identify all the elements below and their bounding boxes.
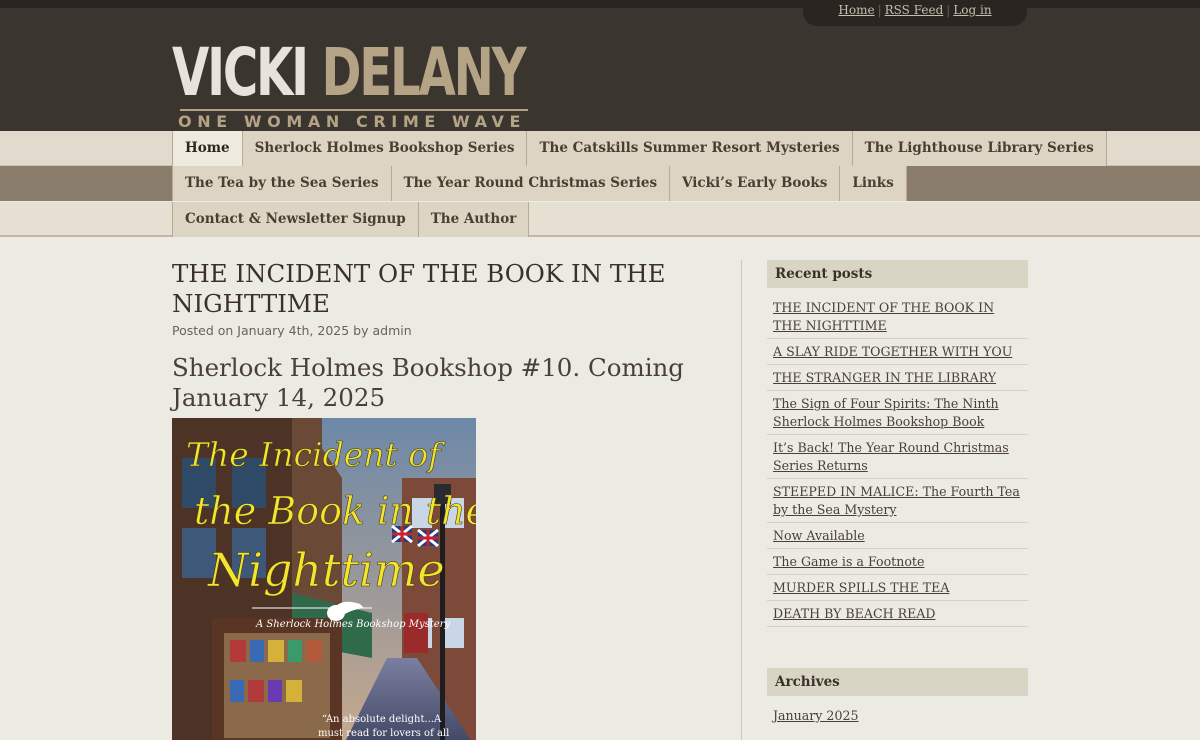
archives-heading: Archives [767, 668, 1028, 696]
nav-item-the-author[interactable]: The Author [418, 202, 530, 237]
separator: | [946, 3, 951, 17]
list-item: STEEPED IN MALICE: The Fourth Tea by the… [767, 479, 1028, 523]
top-link-rss-feed[interactable]: RSS Feed [885, 3, 944, 17]
list-item: January 2025 [767, 705, 1028, 727]
list-item: DEATH BY BEACH READ [767, 601, 1028, 627]
nav-item-links[interactable]: Links [840, 166, 907, 201]
list-item: MURDER SPILLS THE TEA [767, 575, 1028, 601]
list-item: Now Available [767, 523, 1028, 549]
cover-title-line-3: Nighttime [207, 543, 445, 597]
list-item: The Sign of Four Spirits: The Ninth Sher… [767, 391, 1028, 435]
archive-link[interactable]: January 2025 [773, 708, 858, 723]
main-nav-row-1: Home Sherlock Holmes Bookshop Series The… [0, 131, 1200, 166]
nav-item-tea-by-the-sea-series[interactable]: The Tea by the Sea Series [172, 166, 392, 201]
logo-first-name: VICKI [172, 34, 309, 111]
recent-post-link[interactable]: A SLAY RIDE TOGETHER WITH YOU [773, 344, 1012, 359]
list-item: It’s Back! The Year Round Christmas Seri… [767, 435, 1028, 479]
nav-item-year-round-christmas-series[interactable]: The Year Round Christmas Series [391, 166, 671, 201]
nav-item-catskills-summer-resort-mysteries[interactable]: The Catskills Summer Resort Mysteries [527, 131, 853, 166]
cover-blurb-line-2: must read for lovers of all [318, 728, 449, 739]
nav-item-home[interactable]: Home [172, 131, 243, 166]
nav-item-lighthouse-library-series[interactable]: The Lighthouse Library Series [852, 131, 1107, 166]
recent-post-link[interactable]: STEEPED IN MALICE: The Fourth Tea by the… [773, 484, 1020, 517]
cover-title-line-1: The Incident of [186, 435, 446, 474]
recent-post-link[interactable]: It’s Back! The Year Round Christmas Seri… [773, 440, 1009, 473]
logo-rule [180, 109, 528, 111]
recent-post-link[interactable]: The Sign of Four Spirits: The Ninth Sher… [773, 396, 999, 429]
recent-posts-list: THE INCIDENT OF THE BOOK IN THE NIGHTTIM… [767, 295, 1028, 627]
site-logo[interactable]: VICKI DELANY ONE WOMAN CRIME WAVE [172, 38, 537, 134]
top-link-home[interactable]: Home [838, 3, 874, 17]
recent-posts-heading: Recent posts [767, 260, 1028, 288]
nav-item-sherlock-holmes-bookshop-series[interactable]: Sherlock Holmes Bookshop Series [242, 131, 528, 166]
post-meta: Posted on January 4th, 2025 by admin [172, 323, 412, 338]
main-nav-row-3: Contact & Newsletter Signup The Author [0, 202, 1200, 237]
separator: | [877, 3, 882, 17]
logo-wordmark: VICKI DELANY [172, 38, 527, 108]
nav-item-vickis-early-books[interactable]: Vicki’s Early Books [670, 166, 841, 201]
recent-post-link[interactable]: THE INCIDENT OF THE BOOK IN THE NIGHTTIM… [773, 300, 994, 333]
archives-list: January 2025 [767, 705, 1028, 727]
content-divider [741, 260, 742, 740]
logo-last-name: DELANY [321, 34, 526, 111]
list-item: THE INCIDENT OF THE BOOK IN THE NIGHTTIM… [767, 295, 1028, 339]
nav-item-contact-newsletter-signup[interactable]: Contact & Newsletter Signup [172, 202, 419, 237]
cover-title-line-2: the Book in the [194, 489, 476, 533]
recent-post-link[interactable]: THE STRANGER IN THE LIBRARY [773, 370, 996, 385]
book-cover-image: The Incident of the Book in the Nighttim… [172, 418, 476, 740]
list-item: A SLAY RIDE TOGETHER WITH YOU [767, 339, 1028, 365]
recent-post-link[interactable]: The Game is a Footnote [773, 554, 924, 569]
main-nav-row-2: The Tea by the Sea Series The Year Round… [0, 166, 1200, 201]
recent-post-link[interactable]: MURDER SPILLS THE TEA [773, 580, 949, 595]
recent-post-link[interactable]: Now Available [773, 528, 865, 543]
top-link-login[interactable]: Log in [953, 3, 991, 17]
recent-post-link[interactable]: DEATH BY BEACH READ [773, 606, 935, 621]
top-links-bar: Home | RSS Feed | Log in [803, 0, 1027, 26]
cover-blurb-line-1: “An absolute delight...A [322, 714, 442, 725]
list-item: THE STRANGER IN THE LIBRARY [767, 365, 1028, 391]
cover-series-label: A Sherlock Holmes Bookshop Mystery [255, 619, 450, 630]
logo-tagline: ONE WOMAN CRIME WAVE [178, 112, 526, 131]
post-title[interactable]: THE INCIDENT OF THE BOOK IN THE NIGHTTIM… [172, 259, 712, 319]
list-item: The Game is a Footnote [767, 549, 1028, 575]
post-subtitle: Sherlock Holmes Bookshop #10. Coming Jan… [172, 353, 684, 412]
